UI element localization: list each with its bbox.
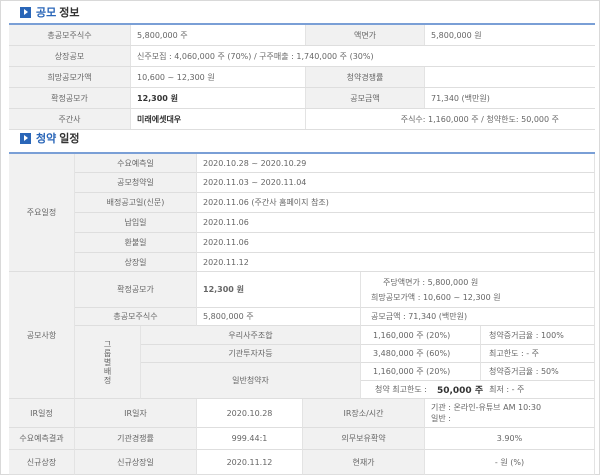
offer-amount-value: 71,340 (백만원) (425, 88, 595, 108)
section-bullet-icon (20, 132, 31, 144)
fixed-price-label: 확정공모가 (75, 272, 197, 308)
table-row: 확정공모가 12,300 원 공모금액 71,340 (백만원) (9, 88, 595, 109)
alloc-shares-employee: 1,160,000 주 (20%) (361, 326, 481, 345)
ir-place-label: IR장소/시간 (303, 399, 425, 428)
section-title-dark: 일정 (59, 132, 80, 145)
underwriter-shares-limit: 주식수: 1,160,000 주 / 청약한도: 50,000 주 (306, 109, 595, 129)
ipo-info-header: 공모 정보 (20, 4, 80, 20)
par-value-label: 액면가 (306, 25, 425, 45)
subscription-schedule-table: 주요일정 수요예측일 2020.10.28 ~ 2020.10.29 공모청약일… (9, 152, 595, 475)
listing-date-value: 2020.11.12 (197, 450, 303, 475)
current-price-label: 현재가 (303, 450, 425, 475)
listing-offer-value: 신주모집 : 4,060,000 주 (70%) / 구주매출 : 1,740,… (131, 46, 595, 66)
schedule-label-listing: 상장일 (75, 253, 197, 272)
total-shares-value: 5,800,000 주 (197, 308, 361, 326)
alloc-note-employee: 청약증거금율 : 100% (481, 326, 595, 345)
schedule-label-payment: 납입일 (75, 213, 197, 233)
schedule-value-demand: 2020.10.28 ~ 2020.10.29 (197, 154, 595, 173)
schedule-label-allocation-notice: 배정공고일(신문) (75, 193, 197, 213)
schedule-label-refund: 환불일 (75, 233, 197, 253)
alloc-note-institution: 최고한도 : - 주 (481, 345, 595, 363)
group-allocation-label: 그룹별배정 (75, 326, 141, 399)
par-value-text: 주당액면가 : 5,800,000 원 (383, 277, 479, 287)
competition-label: 청약경쟁률 (306, 67, 425, 87)
table-row: 총공모주식수 5,800,000 주 액면가 5,800,000 원 (9, 25, 595, 46)
ir-place-retail: 일반 : (431, 414, 451, 423)
offer-amount-label: 공모금액 (306, 88, 425, 108)
limit-value: 50,000 주 (436, 386, 484, 396)
new-listing-label: 신규상장 (9, 450, 75, 475)
subscription-limit: 청약 최고한도 : 50,000 주 최저 : - 주 (361, 381, 595, 399)
par-value-value: 5,800,000 원 (425, 25, 595, 45)
total-shares-value: 5,800,000 주 (131, 25, 306, 45)
alloc-group-employee: 우리사주조합 (141, 326, 361, 345)
institution-competition-value: 999.44:1 (197, 428, 303, 450)
ir-date-value: 2020.10.28 (197, 399, 303, 428)
demand-result-label: 수요예측결과 (9, 428, 75, 450)
price-info: 주당액면가 : 5,800,000 원 희망공모가액 : 10,600 ~ 12… (361, 272, 595, 308)
schedule-value-refund: 2020.11.06 (197, 233, 595, 253)
hope-price-value: 10,600 ~ 12,300 원 (131, 67, 306, 87)
lockup-label: 의무보유확약 (303, 428, 425, 450)
listing-date-label: 신규상장일 (75, 450, 197, 475)
schedule-value-subscription: 2020.11.03 ~ 2020.11.04 (197, 173, 595, 193)
ipo-info-table: 총공모주식수 5,800,000 주 액면가 5,800,000 원 상장공모 … (9, 23, 595, 130)
table-row: 상장공모 신주모집 : 4,060,000 주 (70%) / 구주매출 : 1… (9, 46, 595, 67)
current-price-value: - 원 (%) (425, 450, 595, 475)
limit-prefix: 청약 최고한도 : (375, 385, 427, 394)
section-title-blue: 공모 (36, 6, 57, 19)
offering-details-label: 공모사항 (9, 272, 75, 399)
section-bullet-icon (20, 6, 31, 18)
subscription-schedule-header: 청약 일정 (20, 130, 80, 146)
competition-value (425, 67, 595, 87)
offer-amount-text: 공모금액 : 71,340 (백만원) (361, 308, 595, 326)
ir-date-label: IR일자 (75, 399, 197, 428)
underwriter-label: 주간사 (9, 109, 131, 129)
table-row: 희망공모가액 10,600 ~ 12,300 원 청약경쟁률 (9, 67, 595, 88)
lockup-value: 3.90% (425, 428, 595, 450)
total-shares-label: 총공모주식수 (9, 25, 131, 45)
fixed-price-label: 확정공모가 (9, 88, 131, 108)
schedule-value-listing: 2020.11.12 (197, 253, 595, 272)
fixed-price-value: 12,300 원 (131, 88, 306, 108)
schedule-value-payment: 2020.11.06 (197, 213, 595, 233)
alloc-group-retail: 일반청약자 (141, 363, 361, 399)
schedule-label-demand: 수요예측일 (75, 154, 197, 173)
alloc-group-institution: 기관투자자등 (141, 345, 361, 363)
ir-schedule-label: IR일정 (9, 399, 75, 428)
ir-place-institution: 기관 : 온라인-유튜브 AM 10:30 (431, 403, 542, 412)
section-title-blue: 청약 (36, 132, 57, 145)
limit-min: 최저 : - 주 (489, 385, 525, 394)
main-schedule-label: 주요일정 (9, 154, 75, 272)
schedule-label-subscription: 공모청약일 (75, 173, 197, 193)
underwriter-value: 미래에셋대우 (131, 109, 306, 129)
fixed-price-value: 12,300 원 (197, 272, 361, 308)
ipo-panel: 공모 정보 총공모주식수 5,800,000 주 액면가 5,800,000 원… (0, 0, 600, 475)
institution-competition-label: 기관경쟁률 (75, 428, 197, 450)
group-allocation-text: 그룹별배정 (103, 339, 112, 385)
ir-place-value: 기관 : 온라인-유튜브 AM 10:30 일반 : (425, 399, 595, 428)
total-shares-label: 총공모주식수 (75, 308, 197, 326)
listing-offer-label: 상장공모 (9, 46, 131, 66)
table-row: 주간사 미래에셋대우 주식수: 1,160,000 주 / 청약한도: 50,0… (9, 109, 595, 130)
schedule-value-allocation-notice: 2020.11.06 (주간사 홈페이지 참조) (197, 193, 595, 213)
alloc-shares-institution: 3,480,000 주 (60%) (361, 345, 481, 363)
hope-price-label: 희망공모가액 (9, 67, 131, 87)
alloc-note-retail: 청약증거금율 : 50% (481, 363, 595, 381)
section-title-dark: 정보 (59, 6, 80, 19)
hope-price-text: 희망공모가액 : 10,600 ~ 12,300 원 (371, 292, 501, 302)
alloc-shares-retail: 1,160,000 주 (20%) (361, 363, 481, 381)
